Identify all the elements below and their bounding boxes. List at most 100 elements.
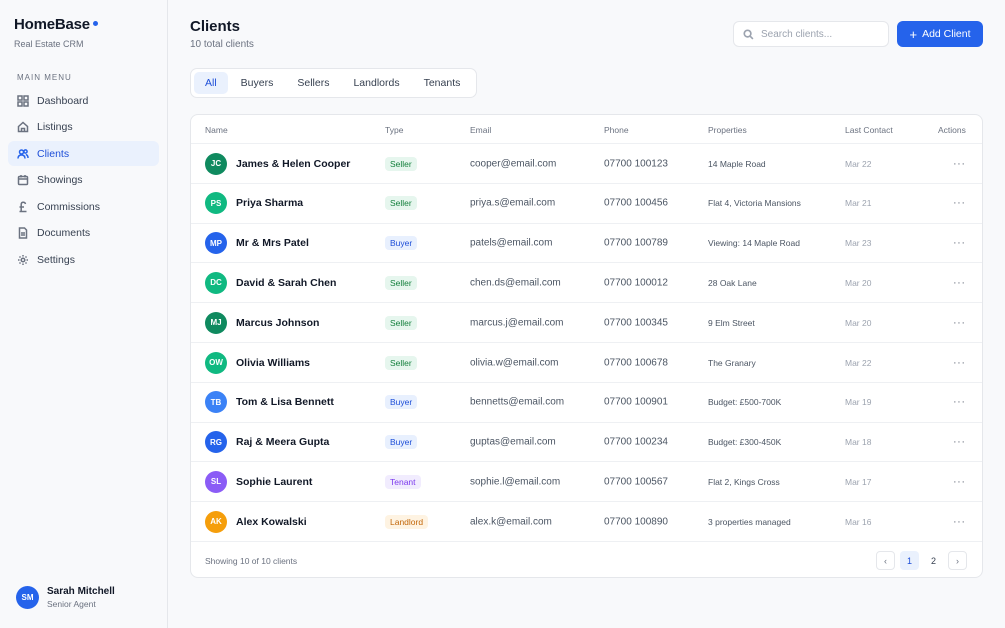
client-email[interactable]: cooper@email.com: [470, 158, 556, 169]
client-email[interactable]: priya.s@email.com: [470, 198, 555, 209]
page-1-button[interactable]: 1: [900, 551, 919, 570]
client-name[interactable]: James & Helen Cooper: [236, 158, 350, 170]
table-row[interactable]: TB Tom & Lisa Bennett Buyer bennetts@email.…: [191, 381, 982, 422]
client-email[interactable]: patels@email.com: [470, 238, 552, 249]
client-name[interactable]: Raj & Meera Gupta: [236, 436, 329, 448]
users-icon: [17, 148, 29, 159]
client-name[interactable]: Mr & Mrs Patel: [236, 237, 309, 249]
column-header-name[interactable]: Name: [205, 125, 228, 135]
more-actions-icon[interactable]: ···: [953, 436, 966, 448]
tab-tenants[interactable]: Tenants: [413, 72, 472, 94]
column-header-properties[interactable]: Properties: [708, 125, 747, 135]
pagination: ‹ 1 2 ›: [871, 551, 967, 570]
avatar: AK: [205, 510, 227, 533]
sidebar-item-label: Dashboard: [37, 94, 89, 107]
table-row[interactable]: MP Mr & Mrs Patel Buyer patels@email.com 077…: [191, 222, 982, 263]
type-badge: Buyer: [385, 236, 418, 251]
client-email[interactable]: chen.ds@email.com: [470, 277, 561, 288]
client-name[interactable]: Marcus Johnson: [236, 317, 319, 329]
sidebar-item-dashboard[interactable]: Dashboard: [8, 88, 159, 113]
more-actions-icon[interactable]: ···: [953, 357, 966, 369]
avatar: MP: [205, 232, 227, 255]
tab-buyers[interactable]: Buyers: [230, 72, 285, 94]
sidebar-item-documents[interactable]: Documents: [8, 221, 159, 246]
more-actions-icon[interactable]: ···: [953, 476, 966, 488]
brand-logo[interactable]: HomeBase: [14, 16, 98, 33]
avatar: TB: [205, 391, 227, 414]
sidebar-item-showings[interactable]: Showings: [8, 168, 159, 193]
avatar: SM: [16, 586, 39, 609]
client-name[interactable]: Alex Kowalski: [236, 516, 307, 528]
pagination-summary: Showing 10 of 10 clients: [205, 556, 298, 566]
table-row[interactable]: DC David & Sarah Chen Seller chen.ds@email.…: [191, 262, 982, 302]
client-name[interactable]: Priya Sharma: [236, 197, 303, 209]
client-properties: Budget: £300-450K: [708, 437, 782, 448]
sidebar-item-commissions[interactable]: Commissions: [8, 194, 159, 219]
avatar: DC: [205, 271, 227, 294]
table-row[interactable]: OW Olivia Williams Seller olivia.w@email.co…: [191, 342, 982, 382]
more-actions-icon[interactable]: ···: [953, 197, 966, 209]
sidebar-item-label: Documents: [37, 227, 91, 239]
last-contact: Mar 20: [845, 277, 872, 288]
client-name[interactable]: Sophie Laurent: [236, 476, 312, 488]
client-email[interactable]: olivia.w@email.com: [470, 357, 559, 368]
client-phone: 07700 100567: [604, 476, 668, 488]
avatar: MJ: [205, 311, 227, 334]
client-phone: 07700 100234: [604, 436, 668, 448]
user-profile[interactable]: SM Sarah Mitchell Senior Agent: [16, 586, 115, 609]
client-email[interactable]: marcus.j@email.com: [470, 317, 564, 328]
tab-all[interactable]: All: [194, 72, 228, 94]
type-badge: Buyer: [385, 435, 418, 450]
client-email[interactable]: alex.k@email.com: [470, 516, 552, 527]
client-email[interactable]: sophie.l@email.com: [470, 476, 560, 487]
more-actions-icon[interactable]: ···: [953, 396, 966, 408]
tab-sellers[interactable]: Sellers: [286, 72, 340, 94]
add-client-label: Add Client: [922, 28, 971, 40]
more-actions-icon[interactable]: ···: [953, 158, 966, 170]
client-email[interactable]: guptas@email.com: [470, 437, 556, 448]
sidebar-item-settings[interactable]: Settings: [8, 247, 159, 272]
client-name[interactable]: Tom & Lisa Bennett: [236, 396, 334, 408]
home-icon: [17, 121, 29, 133]
client-email[interactable]: bennetts@email.com: [470, 397, 564, 408]
client-properties: Budget: £500-700K: [708, 397, 782, 408]
more-actions-icon[interactable]: ···: [953, 277, 966, 289]
column-header-type[interactable]: Type: [385, 125, 403, 135]
type-badge: Seller: [385, 315, 417, 330]
sidebar-item-listings[interactable]: Listings: [8, 115, 159, 140]
more-actions-icon[interactable]: ···: [953, 317, 966, 329]
brand-name: HomeBase: [14, 16, 90, 33]
brand-dot: [92, 21, 98, 26]
search-input[interactable]: [761, 28, 881, 40]
next-page-button[interactable]: ›: [948, 551, 967, 570]
table-row[interactable]: JC James & Helen Cooper Seller cooper@email…: [191, 143, 982, 183]
more-actions-icon[interactable]: ···: [953, 237, 966, 249]
client-name[interactable]: David & Sarah Chen: [236, 277, 336, 289]
table-row[interactable]: SL Sophie Laurent Tenant sophie.l@email.com…: [191, 461, 982, 501]
search-box[interactable]: [733, 21, 889, 47]
brand: HomeBase Real Estate CRM: [14, 16, 98, 49]
user-name: Sarah Mitchell: [47, 586, 115, 597]
more-actions-icon[interactable]: ···: [953, 516, 966, 528]
client-name[interactable]: Olivia Williams: [236, 357, 310, 369]
client-phone: 07700 100012: [604, 277, 668, 289]
add-client-button[interactable]: + Add Client: [897, 21, 983, 47]
table-row[interactable]: AK Alex Kowalski Landlord alex.k@email.com 0…: [191, 501, 982, 541]
pound-icon: [19, 201, 27, 212]
column-header-email[interactable]: Email: [470, 125, 491, 135]
prev-page-button[interactable]: ‹: [876, 551, 895, 570]
table-row[interactable]: PS Priya Sharma Seller priya.s@email.com 077…: [191, 182, 982, 223]
table-row[interactable]: MJ Marcus Johnson Seller marcus.j@email.com…: [191, 302, 982, 342]
calendar-icon: [17, 175, 29, 186]
table-footer: Showing 10 of 10 clients ‹ 1 2 ›: [191, 541, 982, 578]
tab-landlords[interactable]: Landlords: [342, 72, 410, 94]
table-row[interactable]: RG Raj & Meera Gupta Buyer guptas@email.com…: [191, 421, 982, 462]
column-header-phone[interactable]: Phone: [604, 125, 629, 135]
sidebar-item-clients[interactable]: Clients: [8, 141, 159, 166]
type-badge: Seller: [385, 355, 417, 370]
client-properties: Viewing: 14 Maple Road: [708, 238, 800, 249]
column-header-last-contact[interactable]: Last Contact: [845, 125, 893, 135]
search-icon: [743, 28, 754, 39]
page-2-button[interactable]: 2: [924, 551, 943, 570]
sidebar: HomeBase Real Estate CRM MAIN MENU Dashb…: [0, 0, 168, 628]
